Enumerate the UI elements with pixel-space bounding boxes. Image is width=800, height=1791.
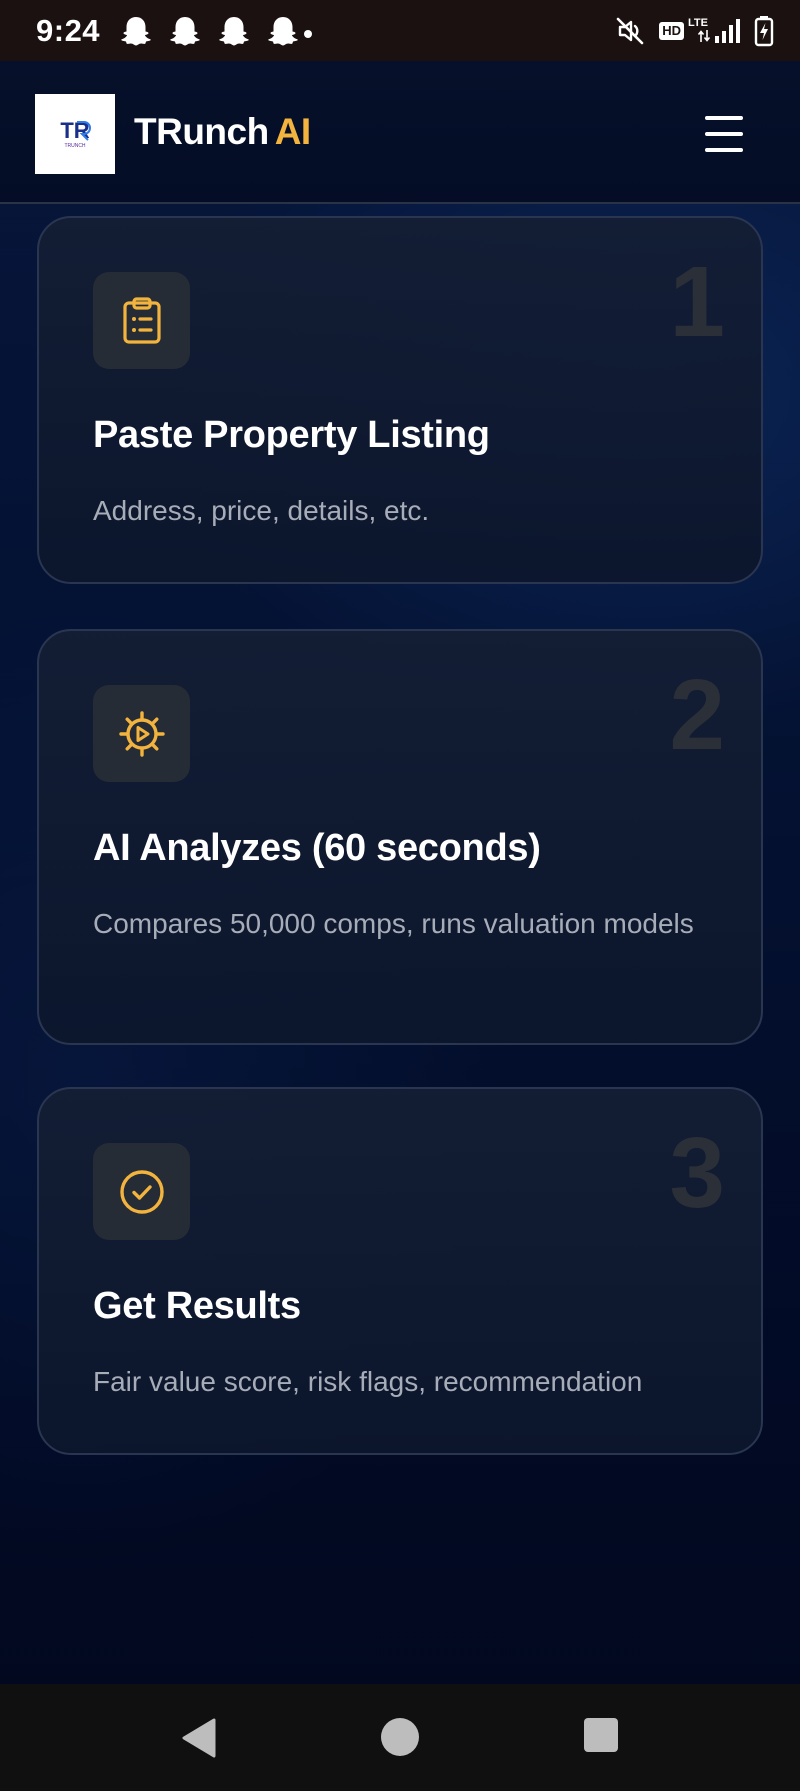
hamburger-menu-icon	[705, 116, 743, 120]
step-card-1: 1 Paste Property Listing Address, price,…	[37, 216, 763, 584]
ghost-icon	[121, 16, 151, 45]
status-right: HD LTE	[603, 15, 774, 47]
step-icon-box	[93, 1143, 190, 1240]
mute-icon	[616, 17, 644, 44]
step-card-2: 2 AI Analyzes (60 seconds) Compares 50,0…	[37, 629, 763, 1045]
ghost-icon	[170, 16, 200, 45]
status-bar: 9:24 HD LTE	[0, 0, 800, 61]
brand-name-accent: AI	[274, 111, 312, 152]
how-it-works-steps: 1 Paste Property Listing Address, price,…	[0, 204, 800, 1684]
lte-indicator: LTE	[686, 18, 710, 43]
hamburger-menu-icon	[705, 148, 743, 152]
ghost-icon	[219, 16, 249, 45]
hamburger-menu-icon	[705, 132, 743, 136]
ghost-icon	[268, 16, 298, 45]
step-card-3: 3 Get Results Fair value score, risk fla…	[37, 1087, 763, 1455]
step-title: Paste Property Listing	[93, 414, 490, 456]
step-description: Address, price, details, etc.	[93, 495, 430, 526]
status-time: 9:24	[36, 12, 101, 48]
svg-text:TRUNCH: TRUNCH	[64, 143, 85, 149]
step-title: Get Results	[93, 1285, 301, 1327]
data-arrows-icon	[698, 30, 710, 42]
check-circle-icon	[119, 1169, 164, 1214]
system-nav-bar	[0, 1684, 800, 1791]
step-icon-box	[93, 272, 190, 369]
brand-logo[interactable]: TR TRUNCH	[35, 94, 115, 174]
status-left: 9:24	[36, 12, 313, 49]
step-icon-box	[93, 685, 190, 782]
app-header: TR TRUNCH TRunch AI	[0, 61, 800, 204]
step-number: 3	[669, 1117, 725, 1229]
hamburger-menu-button[interactable]	[700, 111, 748, 157]
step-title: AI Analyzes (60 seconds)	[93, 827, 541, 869]
gear-play-icon	[118, 710, 165, 757]
battery-charging-icon	[754, 15, 774, 46]
step-description: Fair value score, risk flags, recommenda…	[93, 1366, 643, 1397]
brand-name-main: TRunch	[134, 111, 269, 152]
clipboard-icon	[122, 296, 161, 344]
lte-label: LTE	[688, 17, 708, 29]
recents-icon[interactable]	[583, 1717, 619, 1753]
step-description: Compares 50,000 comps, runs valuation mo…	[93, 908, 694, 939]
trunch-logo-icon: TR TRUNCH	[60, 118, 91, 149]
signal-icon	[715, 18, 740, 43]
hd-badge: HD	[659, 21, 684, 40]
brand-name: TRunch AI	[134, 111, 311, 153]
more-notifications-dot	[304, 29, 313, 38]
home-icon[interactable]	[380, 1717, 420, 1757]
back-icon[interactable]	[180, 1717, 218, 1759]
step-number: 2	[669, 659, 725, 771]
step-number: 1	[669, 246, 725, 358]
